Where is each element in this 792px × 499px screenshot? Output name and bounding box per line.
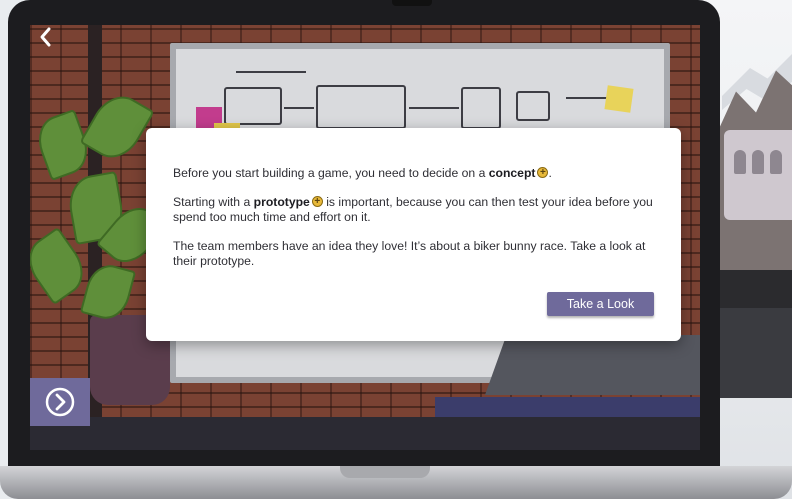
laptop-camera [392, 0, 432, 6]
whiteboard-scribble [236, 71, 306, 73]
building-window [734, 150, 746, 174]
whiteboard-sketch [224, 87, 282, 125]
desk [485, 335, 700, 395]
back-button[interactable] [36, 26, 56, 48]
dialog-text: Starting with a [173, 195, 254, 209]
laptop-notch [340, 466, 430, 478]
whiteboard-sketch [461, 87, 501, 129]
take-a-look-button[interactable]: Take a Look [547, 292, 654, 316]
floor [30, 417, 700, 450]
dialog-text: . [548, 166, 552, 180]
plus-circle-icon[interactable] [537, 165, 549, 180]
sticky-note [604, 85, 634, 113]
whiteboard-sketch [516, 91, 550, 121]
dialog-text: Before you start building a game, you ne… [173, 166, 489, 180]
desk-edge [435, 397, 700, 417]
whiteboard-sketch [316, 85, 406, 129]
next-button[interactable] [30, 378, 90, 426]
term-concept[interactable]: concept [489, 166, 536, 180]
whiteboard-arrow [284, 107, 314, 109]
dialog-paragraph-prototype: Starting with a prototype is important, … [173, 194, 653, 225]
building-window [770, 150, 782, 174]
building-window [752, 150, 764, 174]
chevron-left-icon [40, 27, 51, 47]
dialog-paragraph-team: The team members have an idea they love!… [173, 239, 646, 268]
background-building [724, 130, 792, 220]
term-prototype[interactable]: prototype [254, 195, 310, 209]
whiteboard-arrow [409, 107, 459, 109]
dialog-paragraph-concept: Before you start building a game, you ne… [173, 165, 653, 181]
info-dialog: Before you start building a game, you ne… [146, 128, 681, 341]
plus-circle-icon[interactable] [311, 194, 323, 209]
circle-chevron-right-icon [45, 387, 75, 417]
